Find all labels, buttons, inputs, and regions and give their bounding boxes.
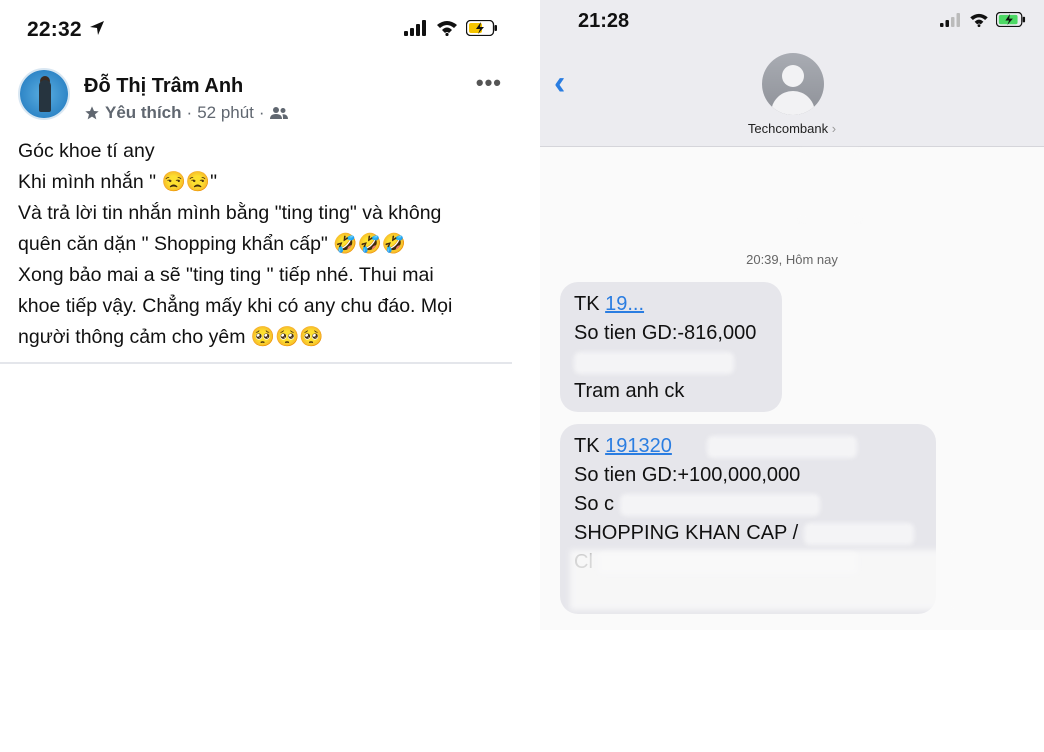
battery-charging-icon	[466, 20, 497, 36]
signal-icon	[940, 12, 960, 27]
contact-name-label: Techcombank	[747, 121, 829, 136]
star-icon	[85, 106, 99, 120]
message-bubble: TK 19... So tien GD:-816,000 Tram anh ck	[560, 282, 782, 412]
message-line: So tien GD:-816,000	[574, 322, 757, 344]
post-line: Và trả lời tin nhắn mình bằng "ting ting…	[18, 202, 442, 224]
redaction	[803, 522, 914, 545]
location-arrow-icon	[90, 21, 104, 35]
redaction-smear	[570, 550, 950, 610]
post-time[interactable]: 52 phút	[197, 103, 254, 123]
redaction-smear	[800, 150, 860, 220]
post-meta: Yêu thích · 52 phút ·	[84, 103, 288, 123]
account-number-link[interactable]: 19...	[605, 293, 644, 315]
message-line: SHOPPING KHAN CAP /	[574, 519, 922, 548]
message-line: So tien GD:+100,000,000	[574, 464, 801, 486]
contact-avatar-icon[interactable]	[762, 53, 824, 115]
redaction	[642, 174, 703, 197]
favorite-label: Yêu thích	[105, 103, 182, 122]
avatar[interactable]	[18, 68, 70, 120]
back-chevron-icon[interactable]: ‹	[554, 66, 565, 100]
meta-separator-2: ·	[258, 103, 265, 122]
account-label: TK	[574, 293, 606, 315]
messages-header: 21:28 ‹ Techcombank ›	[540, 0, 1044, 147]
post-header: Đỗ Thị Trâm Anh Yêu thích · 52 phút · ••…	[18, 68, 508, 124]
author-name[interactable]: Đỗ Thị Trâm Anh	[84, 75, 243, 98]
battery-charging-icon	[996, 12, 1026, 27]
facebook-post-panel: 22:32 Đỗ Thị Trâm Anh Yêu thích · 52 phú…	[0, 0, 512, 752]
account-number-link[interactable]: 191320	[605, 435, 672, 457]
post-text: Góc khoe tí any Khi mình nhắn " 😒😒" Và t…	[18, 136, 502, 353]
message-line: So du:.	[574, 171, 786, 200]
post-line: Góc khoe tí any	[18, 140, 155, 162]
message-line: So c	[574, 490, 922, 519]
redaction	[619, 493, 820, 516]
message-line: TK 191320	[574, 432, 922, 461]
friends-icon	[269, 107, 288, 119]
divider	[0, 362, 512, 364]
post-line: Xong bảo mai a sẽ "ting ting " tiếp nhé.…	[18, 264, 434, 286]
post-line: người thông cảm cho yêm 🥺🥺🥺	[18, 326, 324, 348]
signal-icon	[404, 20, 426, 36]
redaction	[707, 435, 858, 458]
status-bar: 22:32	[0, 0, 512, 58]
wifi-icon	[970, 13, 988, 27]
status-time: 22:32	[27, 18, 82, 41]
meta-separator: ·	[186, 103, 193, 122]
post-line: khoe tiếp vậy. Chẳng mấy khi có any chu …	[18, 295, 453, 317]
message-timestamp: 20:39, Hôm nay	[746, 252, 838, 267]
contact-name[interactable]: Techcombank ›	[540, 121, 1044, 136]
post-line: quên căn dặn " Shopping khẩn cấp" 🤣🤣🤣	[18, 233, 407, 255]
redacted-line	[574, 348, 768, 377]
redaction	[574, 351, 734, 374]
account-label: TK	[574, 435, 606, 457]
wifi-icon	[437, 21, 457, 36]
balance-label: So du:.	[574, 174, 638, 196]
chevron-right-icon: ›	[831, 121, 837, 136]
balance-label: So c	[574, 493, 615, 515]
message-line: TK 19...	[574, 290, 768, 319]
status-icons	[404, 20, 498, 36]
message-line: Tram anh ck	[574, 380, 685, 402]
more-icon[interactable]: •••	[476, 70, 502, 96]
message-line: Tram anh ck	[574, 203, 685, 225]
post-line: Khi mình nhắn " 😒😒"	[18, 171, 217, 193]
status-time: 21:28	[578, 10, 630, 32]
status-icons	[940, 12, 1026, 27]
transfer-note: SHOPPING KHAN CAP /	[574, 522, 799, 544]
sms-screenshot-panel: 21:28 ‹ Techcombank › So tien GD:-1.530,…	[540, 0, 1044, 630]
